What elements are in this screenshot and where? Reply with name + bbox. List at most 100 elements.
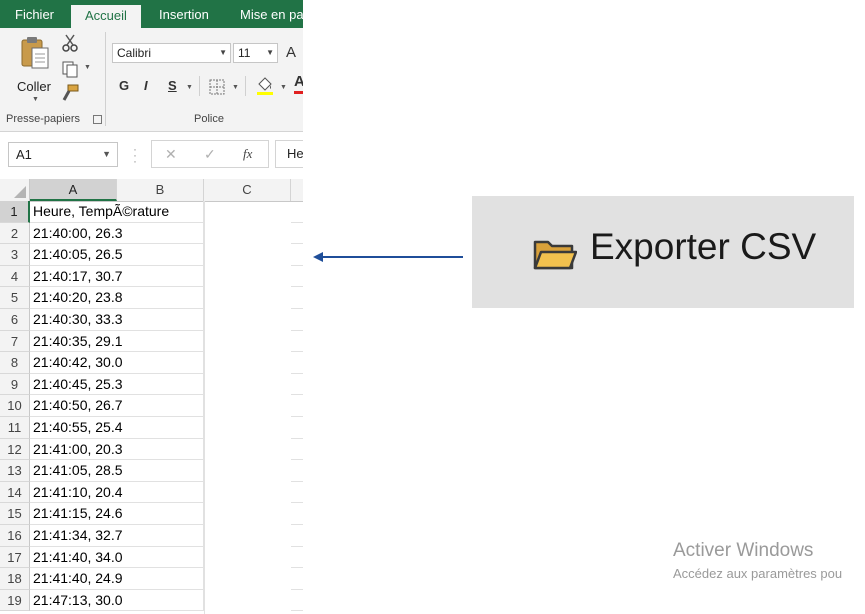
borders-icon[interactable] — [209, 79, 225, 95]
borders-dropdown-icon[interactable]: ▼ — [232, 84, 239, 91]
cell-c[interactable] — [291, 547, 303, 569]
cell-c[interactable] — [291, 503, 303, 525]
italic-button[interactable]: I — [144, 78, 148, 93]
cell-c[interactable] — [291, 460, 303, 482]
cut-icon[interactable] — [61, 34, 79, 52]
row-header[interactable]: 2 — [0, 222, 30, 245]
row-header[interactable]: 19 — [0, 589, 30, 612]
bold-button[interactable]: G — [119, 78, 129, 93]
underline-button[interactable]: S — [168, 78, 177, 93]
cancel-icon[interactable]: ✕ — [165, 146, 177, 163]
table-row: 17 21:41:40, 34.0 — [0, 546, 303, 569]
cell-a[interactable]: 21:41:05, 28.5 — [30, 460, 204, 482]
cell-a[interactable]: 21:41:40, 24.9 — [30, 568, 204, 590]
cell-a[interactable]: 21:40:05, 26.5 — [30, 244, 204, 266]
font-color-icon[interactable]: A — [294, 74, 303, 94]
cell-c[interactable] — [291, 590, 303, 612]
cell-a[interactable]: 21:47:13, 30.0 — [30, 589, 204, 612]
row-header[interactable]: 3 — [0, 244, 30, 266]
row-header[interactable]: 13 — [0, 460, 30, 482]
cell-a[interactable]: 21:40:35, 29.1 — [30, 330, 204, 353]
cell-a[interactable]: 21:40:55, 25.4 — [30, 417, 204, 439]
cell-c[interactable] — [291, 374, 303, 396]
ribbon: Coller ▼ ▼ Presse-papiers Calibri ▼ 11 ▼ — [0, 28, 303, 132]
table-row: 18 21:41:40, 24.9 — [0, 568, 303, 590]
row-header[interactable]: 11 — [0, 417, 30, 439]
cell-c[interactable] — [291, 331, 303, 353]
row-header[interactable]: 15 — [0, 503, 30, 525]
cell-c[interactable] — [291, 223, 303, 245]
cell-a[interactable]: 21:41:34, 32.7 — [30, 525, 204, 547]
row-header[interactable]: 9 — [0, 373, 30, 396]
more-options-icon[interactable]: · · · — [133, 143, 137, 167]
copy-icon[interactable] — [61, 60, 79, 78]
cell-a[interactable]: 21:40:20, 23.8 — [30, 287, 204, 309]
format-painter-icon[interactable] — [61, 84, 79, 102]
cell-a[interactable]: 21:40:00, 26.3 — [30, 222, 204, 245]
formula-input[interactable]: He — [275, 140, 303, 168]
chevron-down-icon: ▼ — [266, 48, 274, 57]
cell-c[interactable] — [291, 568, 303, 590]
cell-c[interactable] — [291, 525, 303, 547]
row-header[interactable]: 4 — [0, 265, 30, 288]
cell-c[interactable] — [291, 482, 303, 504]
column-header-c[interactable]: C — [204, 179, 291, 201]
enter-icon[interactable]: ✓ — [204, 146, 216, 163]
cell-a[interactable]: 21:40:42, 30.0 — [30, 352, 204, 374]
cell-c[interactable] — [291, 352, 303, 374]
underline-dropdown-icon[interactable]: ▼ — [186, 84, 193, 91]
export-csv-label: Exporter CSV — [590, 226, 817, 267]
select-all-button[interactable] — [0, 179, 30, 201]
tab-fichier[interactable]: Fichier — [15, 0, 54, 28]
export-csv-button[interactable]: Exporter CSV — [472, 196, 854, 308]
row-header[interactable]: 18 — [0, 568, 30, 590]
row-header[interactable]: 1 — [0, 201, 30, 223]
row-header[interactable]: 6 — [0, 309, 30, 331]
cell-c[interactable] — [291, 266, 303, 288]
row-header[interactable]: 8 — [0, 352, 30, 374]
column-header-b[interactable]: B — [117, 179, 204, 201]
spreadsheet-grid[interactable]: A B C 1 Heure, TempÃ©rature 2 21:40:00, 26.… — [0, 179, 303, 614]
cell-a[interactable]: 21:40:30, 33.3 — [30, 309, 204, 331]
cell-c[interactable] — [291, 287, 303, 309]
cell-c[interactable] — [291, 417, 303, 439]
formula-content: He — [287, 146, 303, 161]
row-header[interactable]: 16 — [0, 525, 30, 547]
fill-color-dropdown-icon[interactable]: ▼ — [280, 84, 287, 91]
divider — [199, 76, 200, 96]
cell-a[interactable]: 21:41:10, 20.4 — [30, 481, 204, 504]
table-row: 3 21:40:05, 26.5 — [0, 244, 303, 266]
tab-insertion[interactable]: Insertion — [159, 0, 209, 28]
row-header[interactable]: 5 — [0, 287, 30, 309]
cell-c[interactable] — [291, 309, 303, 331]
cell-a[interactable]: 21:40:50, 26.7 — [30, 395, 204, 417]
font-size-select[interactable]: 11 ▼ — [233, 43, 278, 63]
cell-a[interactable]: 21:40:45, 25.3 — [30, 373, 204, 396]
paste-button[interactable]: Coller ▼ — [12, 34, 58, 106]
cell-c[interactable] — [291, 439, 303, 461]
insert-function-icon[interactable]: fx — [243, 146, 252, 162]
row-header[interactable]: 17 — [0, 546, 30, 569]
cell-a[interactable]: 21:41:00, 20.3 — [30, 438, 204, 461]
row-header[interactable]: 7 — [0, 330, 30, 353]
grow-font-button[interactable]: A — [286, 44, 296, 61]
fill-color-icon[interactable] — [255, 76, 275, 96]
row-header[interactable]: 10 — [0, 395, 30, 417]
copy-dropdown-icon[interactable]: ▼ — [84, 64, 91, 71]
cell-c[interactable] — [291, 244, 303, 266]
tab-mise-en-page[interactable]: Mise en pa — [240, 0, 303, 28]
cell-a1[interactable]: Heure, TempÃ©rature — [30, 201, 204, 223]
row-header[interactable]: 12 — [0, 438, 30, 461]
column-header-a[interactable]: A — [30, 179, 117, 201]
cell-a[interactable]: 21:41:40, 34.0 — [30, 546, 204, 569]
clipboard-launcher-icon[interactable] — [93, 115, 102, 124]
cell-c[interactable] — [291, 395, 303, 417]
row-header[interactable]: 14 — [0, 481, 30, 504]
name-box[interactable]: A1 ▼ — [8, 142, 118, 167]
formula-buttons: ✕ ✓ fx — [151, 140, 269, 168]
cell-a[interactable]: 21:40:17, 30.7 — [30, 265, 204, 288]
cell-a[interactable]: 21:41:15, 24.6 — [30, 503, 204, 525]
font-name-select[interactable]: Calibri ▼ — [112, 43, 231, 63]
cell-c[interactable] — [291, 201, 303, 223]
tab-accueil[interactable]: Accueil — [71, 5, 141, 28]
